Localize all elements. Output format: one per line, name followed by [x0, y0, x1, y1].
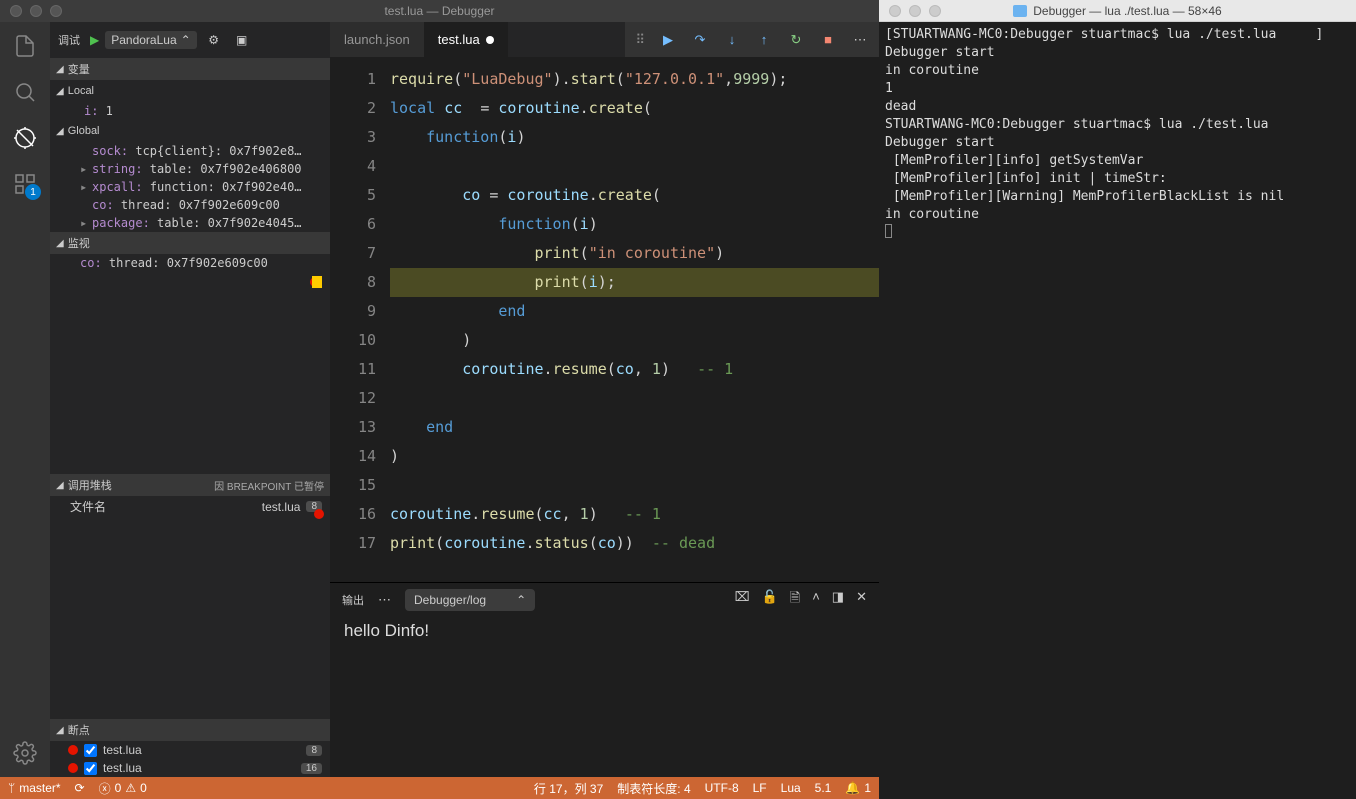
var-row: i: 1 — [50, 102, 330, 120]
code-editor[interactable]: 1234567 8 9101112131415 16 17 require("L… — [330, 57, 879, 582]
eol[interactable]: LF — [753, 780, 767, 797]
debug-icon[interactable] — [11, 124, 39, 152]
debug-sidebar: 调试 ▶ PandoraLua⌃ ⚙ ▣ ◢变量 ◢Local i: 1 ◢Gl… — [50, 22, 330, 777]
notifications-icon[interactable]: 🔔 1 — [845, 780, 871, 797]
debug-toolbar: ⠿ ▶ ↷ ↓ ↑ ↻ ■ ⋯ — [625, 22, 879, 57]
var-row: sock: tcp{client}: 0x7f902e8… — [50, 142, 330, 160]
search-icon[interactable] — [11, 78, 39, 106]
folder-icon — [1013, 5, 1027, 17]
var-row[interactable]: ▸xpcall: function: 0x7f902e40… — [50, 178, 330, 196]
breakpoint-dot-icon — [68, 763, 78, 773]
local-vars: i: 1 — [50, 102, 330, 120]
tab-size[interactable]: 制表符长度: 4 — [617, 780, 690, 797]
watch-vars: co: thread: 0x7f902e609c00 — [50, 254, 330, 272]
clear-output-icon[interactable]: ⌧ — [735, 589, 750, 611]
tab-test-lua[interactable]: test.lua — [424, 22, 508, 57]
debug-console-icon[interactable]: ▣ — [231, 33, 253, 47]
callstack-section[interactable]: ◢调用堆栈因 BREAKPOINT 已暂停 — [50, 474, 330, 496]
status-bar: ᛘ master* ⟳ ⓧ 0 ⚠ 0 行 17，列 37 制表符长度: 4 U… — [0, 777, 879, 799]
breakpoint-dot-icon — [68, 745, 78, 755]
problems[interactable]: ⓧ 0 ⚠ 0 — [99, 780, 147, 797]
watch-section[interactable]: ◢监视 — [50, 232, 330, 254]
callstack-row[interactable]: 文件名test.lua8 — [50, 496, 330, 517]
open-file-icon[interactable]: 🗎 — [790, 589, 800, 611]
breakpoint-row[interactable]: test.lua8 — [50, 741, 330, 759]
collapse-icon[interactable]: ˄ — [812, 589, 820, 611]
drag-handle-icon[interactable]: ⠿ — [635, 32, 645, 48]
extensions-icon[interactable]: 1 — [11, 170, 39, 198]
current-line-icon — [312, 276, 322, 288]
cursor-icon — [885, 224, 892, 238]
step-over-icon[interactable]: ↷ — [691, 32, 709, 48]
debug-config-select[interactable]: PandoraLua⌃ — [105, 31, 196, 49]
terminal-titlebar: Debugger — lua ./test.lua — 58×46 — [879, 0, 1356, 22]
settings-gear-icon[interactable] — [11, 739, 39, 767]
cursor-position[interactable]: 行 17，列 37 — [534, 780, 603, 797]
lock-scroll-icon[interactable]: 🔓 — [762, 589, 778, 611]
activity-bar: 1 — [0, 22, 50, 777]
breakpoints-section[interactable]: ◢断点 — [50, 719, 330, 741]
breakpoint-icon[interactable] — [314, 509, 324, 519]
close-window-icon[interactable] — [10, 5, 22, 17]
editor-tabs: launch.json test.lua ⠿ ▶ ↷ ↓ ↑ ↻ ■ ⋯ — [330, 22, 879, 57]
explorer-icon[interactable] — [11, 32, 39, 60]
var-row[interactable]: ▸string: table: 0x7f902e406800 — [50, 160, 330, 178]
language-mode[interactable]: Lua — [781, 780, 801, 797]
git-branch[interactable]: ᛘ master* — [8, 781, 61, 795]
sync-icon[interactable]: ⟳ — [75, 781, 85, 795]
close-panel-icon[interactable]: ✕ — [856, 589, 867, 611]
breakpoint-checkbox[interactable] — [84, 744, 97, 757]
more-icon[interactable]: ⋯ — [851, 32, 869, 48]
var-row: co: thread: 0x7f902e609c00 — [50, 196, 330, 214]
extensions-badge: 1 — [25, 184, 41, 200]
stop-icon[interactable]: ■ — [819, 32, 837, 47]
panel-tab-output[interactable]: 输出 — [342, 592, 364, 608]
step-out-icon[interactable]: ↑ — [755, 32, 773, 47]
variables-local[interactable]: ◢Local — [50, 80, 330, 102]
window-title: test.lua — Debugger — [0, 4, 879, 18]
watch-row: co: thread: 0x7f902e609c00 — [50, 254, 330, 272]
debug-label: 调试 — [58, 32, 80, 48]
variables-section[interactable]: ◢变量 — [50, 58, 330, 80]
output-panel: 输出 ⋯ Debugger/log⌃ ⌧ 🔓 🗎 ˄ ◨ ✕ hello Din… — [330, 582, 879, 777]
terminal-window: Debugger — lua ./test.lua — 58×46 [STUAR… — [879, 0, 1356, 799]
modified-dot-icon — [486, 36, 494, 44]
pause-reason: 因 BREAKPOINT 已暂停 — [214, 478, 324, 493]
continue-icon[interactable]: ▶ — [659, 32, 677, 48]
terminal-body[interactable]: [STUARTWANG-MC0:Debugger stuartmac$ lua … — [879, 22, 1356, 799]
start-debug-icon[interactable]: ▶ — [90, 33, 99, 47]
minimize-window-icon[interactable] — [30, 5, 42, 17]
restart-icon[interactable]: ↻ — [787, 32, 805, 48]
encoding[interactable]: UTF-8 — [705, 780, 739, 797]
titlebar: test.lua — Debugger — [0, 0, 879, 22]
debug-settings-icon[interactable]: ⚙ — [203, 33, 225, 47]
panel-more-icon[interactable]: ⋯ — [378, 592, 391, 608]
var-row[interactable]: ▸package: table: 0x7f902e4045… — [50, 214, 330, 232]
tab-launch-json[interactable]: launch.json — [330, 22, 424, 57]
terminal-title: Debugger — lua ./test.lua — 58×46 — [1033, 4, 1221, 18]
output-body[interactable]: hello Dinfo! — [330, 617, 879, 777]
breakpoint-row[interactable]: test.lua16 — [50, 759, 330, 777]
output-channel-select[interactable]: Debugger/log⌃ — [405, 589, 535, 611]
split-icon[interactable]: ◨ — [832, 589, 844, 611]
zoom-window-icon[interactable] — [50, 5, 62, 17]
lua-version[interactable]: 5.1 — [815, 780, 832, 797]
code-body[interactable]: require("LuaDebug").start("127.0.0.1",99… — [390, 57, 879, 582]
breakpoint-checkbox[interactable] — [84, 762, 97, 775]
variables-global[interactable]: ◢Global — [50, 120, 330, 142]
step-into-icon[interactable]: ↓ — [723, 32, 741, 47]
global-vars: sock: tcp{client}: 0x7f902e8… ▸string: t… — [50, 142, 330, 232]
gutter[interactable]: 1234567 8 9101112131415 16 17 — [330, 57, 390, 582]
